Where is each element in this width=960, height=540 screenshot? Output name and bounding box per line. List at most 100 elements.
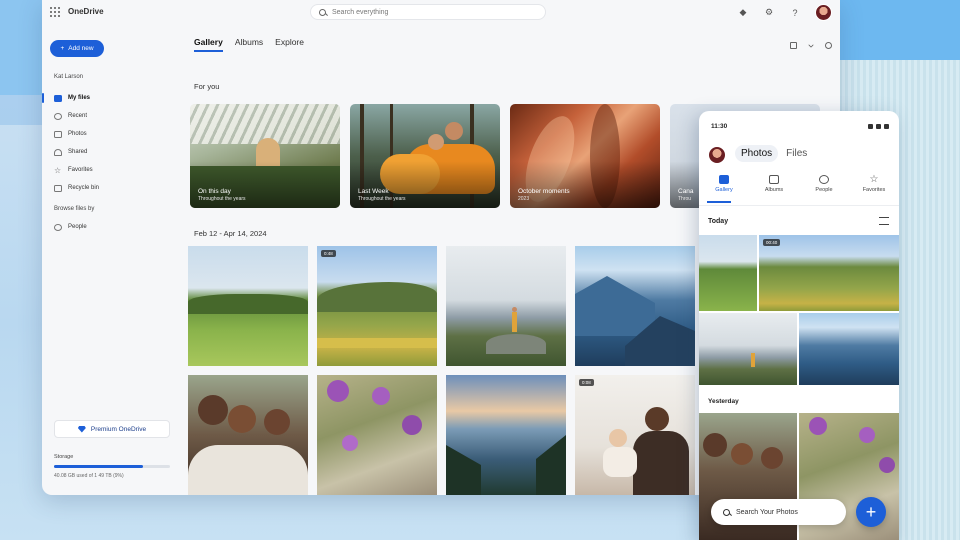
sidebar-item-label: Recent [68, 113, 88, 119]
video-duration-badge: 0:48 [321, 250, 336, 257]
nav-label: Favorites [862, 187, 886, 193]
browse-by-heading: Browse files by [54, 206, 95, 212]
image-icon [54, 130, 62, 138]
search-icon [319, 8, 326, 16]
photo-tile[interactable] [699, 235, 757, 311]
sidebar-item-label: Favorites [68, 167, 93, 173]
storage-text: 40.08 GB used of 1 49 TB (9%) [54, 473, 124, 479]
photo-tile[interactable] [446, 246, 566, 366]
photo-tile[interactable] [446, 375, 566, 495]
memory-subcaption: 2023 [518, 196, 530, 202]
add-fab-button[interactable]: + [856, 497, 886, 527]
nav-label: Gallery [715, 187, 733, 193]
phone-nav-albums[interactable]: Albums [752, 175, 796, 193]
memory-caption: Last Week [358, 188, 389, 195]
photo-tile[interactable]: 0:48 [317, 246, 437, 366]
sidebar-item-recent[interactable]: Recent [54, 107, 99, 125]
phone-nav: Gallery Albums People ☆ Favorites [699, 174, 899, 194]
person-icon [819, 175, 829, 184]
yesterday-heading: Yesterday [708, 398, 739, 405]
sidebar-item-my-files[interactable]: My files [42, 89, 99, 107]
sidebar-item-label: My files [68, 95, 91, 101]
nav-label: Albums [764, 187, 784, 193]
sidebar-item-people[interactable]: People [54, 218, 87, 236]
photo-tile[interactable]: 0:08 [575, 375, 695, 495]
sidebar-user-name: Kat Larson [54, 74, 84, 80]
photo-tile[interactable] [699, 313, 797, 385]
photo-tile[interactable] [317, 375, 437, 495]
photo-tile[interactable]: 00:40 [759, 235, 899, 311]
storage-bar-fill [54, 465, 144, 468]
sidebar-item-label: Shared [68, 149, 88, 155]
sidebar-item-label: Photos [68, 131, 87, 137]
memory-subcaption: Throughout the years [198, 196, 246, 202]
people-icon [54, 148, 62, 156]
search-input[interactable]: Search everything [310, 4, 546, 20]
active-tab-indicator [707, 201, 731, 203]
video-duration-badge: 0:08 [579, 379, 594, 386]
clock-icon [54, 112, 62, 120]
avatar[interactable] [815, 4, 832, 21]
phone-nav-gallery[interactable]: Gallery [702, 175, 746, 193]
top-bar: OneDrive Search everything ◆ ⚙ ? [42, 0, 840, 26]
memory-card-last-week[interactable]: Last Week Throughout the years [350, 104, 500, 208]
nav-label: People [815, 187, 833, 193]
folder-icon [54, 94, 62, 102]
search-photos-button[interactable]: Search Your Photos [711, 499, 846, 525]
sidebar-item-shared[interactable]: Shared [54, 143, 99, 161]
tab-gallery[interactable]: Gallery [194, 37, 223, 52]
view-options-icon[interactable] [790, 42, 797, 49]
sidebar-item-favorites[interactable]: ☆ Favorites [54, 161, 99, 179]
gear-icon[interactable]: ⚙ [763, 7, 775, 18]
sidebar-item-photos[interactable]: Photos [54, 125, 99, 143]
trash-icon [54, 184, 62, 192]
view-tabs: Gallery Albums Explore [194, 37, 304, 52]
phone-nav-favorites[interactable]: ☆ Favorites [852, 174, 896, 194]
premium-onedrive-button[interactable]: Premium OneDrive [54, 420, 170, 438]
photo-tile[interactable] [188, 246, 308, 366]
help-icon[interactable]: ? [789, 8, 801, 18]
memory-caption: Cana [678, 188, 694, 195]
memory-card-october-moments[interactable]: October moments 2023 [510, 104, 660, 208]
search-label: Search Your Photos [736, 508, 798, 516]
filter-icon[interactable] [879, 217, 889, 225]
star-icon: ☆ [54, 165, 62, 175]
photo-tile[interactable] [575, 246, 695, 366]
phone-status-icons [868, 124, 889, 129]
memory-card-on-this-day[interactable]: On this day Throughout the years [190, 104, 340, 208]
divider [699, 205, 899, 206]
tab-explore[interactable]: Explore [275, 37, 304, 52]
photo-tile[interactable] [799, 313, 899, 385]
phone-nav-people[interactable]: People [802, 175, 846, 193]
storage-label: Storage [54, 454, 74, 460]
video-duration-badge: 00:40 [763, 239, 781, 246]
background-shape [830, 0, 960, 62]
memory-subcaption: Throughout the years [358, 196, 406, 202]
add-new-button[interactable]: + Add new [50, 40, 104, 57]
for-you-heading: For you [194, 82, 220, 91]
today-heading: Today [708, 218, 729, 225]
search-placeholder: Search everything [332, 8, 389, 16]
premium-label: Premium OneDrive [90, 425, 147, 433]
plus-icon: + [60, 45, 65, 52]
memory-caption: October moments [518, 188, 570, 195]
diamond-icon[interactable]: ◆ [737, 7, 749, 18]
sidebar-item-label: People [68, 224, 87, 230]
tab-albums[interactable]: Albums [235, 37, 263, 52]
settings-icon[interactable] [825, 42, 832, 49]
app-title: OneDrive [68, 7, 104, 16]
toggle-photos[interactable]: Photos [735, 145, 779, 162]
sidebar-item-recycle-bin[interactable]: Recycle bin [54, 179, 99, 197]
add-new-label: Add new [68, 45, 94, 52]
phone-time: 11:30 [711, 123, 728, 130]
avatar[interactable] [709, 147, 725, 163]
background-shape [0, 95, 42, 125]
sidebar: + Add new Kat Larson My files Recent Pho… [42, 26, 182, 495]
star-icon: ☆ [869, 174, 879, 185]
search-icon [723, 508, 730, 516]
app-launcher-icon[interactable] [50, 7, 60, 17]
background-shape [0, 0, 42, 95]
chevron-down-icon[interactable] [808, 42, 814, 48]
toggle-files[interactable]: Files [780, 145, 813, 162]
photo-tile[interactable] [188, 375, 308, 495]
